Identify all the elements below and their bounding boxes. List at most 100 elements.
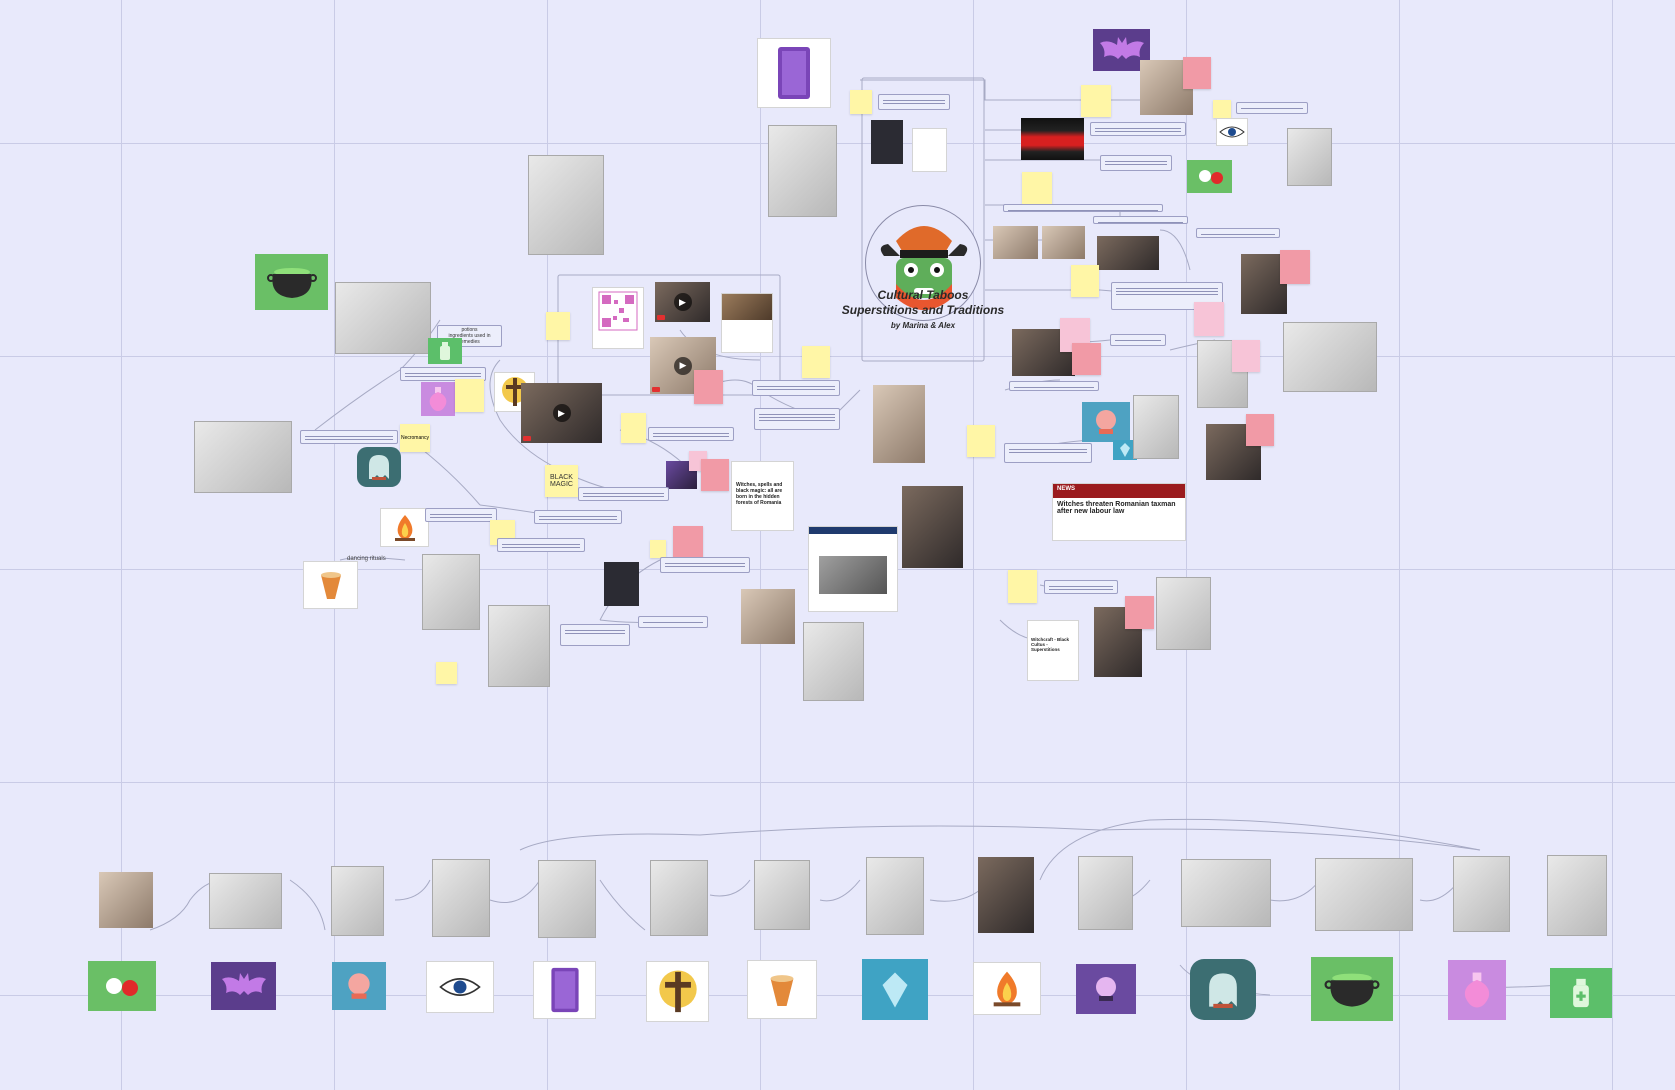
sketch-book[interactable] xyxy=(768,125,837,217)
text-note[interactable] xyxy=(754,408,840,430)
web-article[interactable] xyxy=(808,526,898,612)
sticky-note-lightpink[interactable] xyxy=(1194,302,1224,336)
icon-tile-fire[interactable] xyxy=(973,962,1041,1015)
sketch-candles[interactable] xyxy=(422,554,480,630)
sticky-note-pink[interactable] xyxy=(1280,250,1310,284)
sticky-note[interactable] xyxy=(1008,570,1037,603)
icon-tile-crystal[interactable] xyxy=(862,959,928,1020)
play-icon[interactable]: ▶ xyxy=(673,293,692,311)
sketch-bed[interactable] xyxy=(1283,322,1377,392)
text-note[interactable] xyxy=(578,487,669,501)
photo-dolls[interactable] xyxy=(741,589,795,644)
sticky-note[interactable] xyxy=(850,90,872,114)
sketch-book-open[interactable] xyxy=(1133,395,1179,459)
photo-voodoo-doll[interactable] xyxy=(902,486,963,568)
icon-tile-bottle[interactable] xyxy=(1550,968,1612,1018)
document-card[interactable]: Witchcraft - Black Cultus - Superstition… xyxy=(1027,620,1079,681)
sticky-note[interactable] xyxy=(436,662,457,684)
eye-card[interactable] xyxy=(1216,118,1248,146)
sticky-note[interactable] xyxy=(546,312,570,340)
icon-tile-book[interactable] xyxy=(533,961,596,1019)
sticky-note[interactable] xyxy=(1071,265,1099,297)
icon-tile-cross[interactable] xyxy=(646,961,709,1022)
sticky-note[interactable] xyxy=(1022,172,1052,204)
text-note[interactable] xyxy=(1236,102,1308,114)
article-card[interactable]: Witches, spells and black magic: all are… xyxy=(731,461,794,531)
potion-card[interactable] xyxy=(421,382,455,416)
thumb-figure[interactable] xyxy=(1547,855,1607,936)
icon-tile-cauldron[interactable] xyxy=(1311,957,1393,1021)
thumb-flower[interactable] xyxy=(538,860,596,938)
sticky-note-pink[interactable] xyxy=(1246,414,1274,446)
thumb-herbs[interactable] xyxy=(1181,859,1271,927)
qr-code-card[interactable] xyxy=(592,287,644,349)
thumb-witch[interactable] xyxy=(331,866,384,936)
text-note[interactable] xyxy=(497,538,585,552)
text-note[interactable] xyxy=(1003,204,1163,212)
icon-tile-charm[interactable] xyxy=(88,961,156,1011)
thumb-book-open[interactable] xyxy=(432,859,490,937)
document-thumb[interactable] xyxy=(912,128,947,172)
black-magic-sticky[interactable]: BLACK MAGIC xyxy=(545,465,578,497)
sticky-note-pink[interactable] xyxy=(673,526,703,560)
thumb-voodoo[interactable] xyxy=(866,857,924,935)
thumb-skull[interactable] xyxy=(754,860,810,930)
necromancy-sticky[interactable]: Necromancy xyxy=(400,424,430,452)
thumb-fire-figure[interactable] xyxy=(1078,856,1133,930)
photo-dark[interactable] xyxy=(871,120,903,164)
thumb-figurine[interactable] xyxy=(99,872,153,928)
sketch-figure[interactable] xyxy=(488,605,550,687)
text-note[interactable] xyxy=(425,508,497,522)
play-icon[interactable]: ▶ xyxy=(674,356,692,375)
sketch-flower[interactable] xyxy=(1287,128,1332,186)
text-note[interactable] xyxy=(660,557,750,573)
cherub-card[interactable] xyxy=(1187,160,1232,193)
thumb-candles[interactable] xyxy=(1453,856,1510,932)
sticky-note-pink[interactable] xyxy=(1125,596,1154,629)
icon-tile-ghost[interactable] xyxy=(1190,959,1256,1020)
icon-tile-bat[interactable] xyxy=(211,962,276,1010)
whiteboard-canvas[interactable]: Cultural Taboos Superstitions and Tradit… xyxy=(0,0,1675,1090)
text-note[interactable] xyxy=(560,624,630,646)
text-note[interactable] xyxy=(534,510,622,524)
icon-tile-eye[interactable] xyxy=(426,961,494,1013)
thumb-bed[interactable] xyxy=(209,873,282,929)
text-note[interactable] xyxy=(638,616,708,628)
sticky-note[interactable] xyxy=(650,540,666,558)
text-note[interactable] xyxy=(1090,122,1186,136)
text-note[interactable] xyxy=(1110,334,1166,346)
text-note[interactable] xyxy=(1100,155,1172,171)
bottle-card[interactable] xyxy=(428,338,462,364)
crystal-ball-card[interactable] xyxy=(1082,402,1130,442)
sketch-forest[interactable] xyxy=(194,421,292,493)
play-icon[interactable]: ▶ xyxy=(552,404,571,422)
photo-skeletons[interactable] xyxy=(604,562,639,606)
thumb-voodoo-doll[interactable] xyxy=(978,857,1034,933)
sticky-note[interactable] xyxy=(621,413,646,443)
article-thumb[interactable] xyxy=(721,293,773,353)
sticky-note[interactable] xyxy=(1081,85,1111,117)
icon-tile-crystal-ball[interactable] xyxy=(332,962,386,1010)
text-note[interactable] xyxy=(1196,228,1280,238)
drum-card[interactable] xyxy=(303,561,358,609)
sticky-note-pink[interactable] xyxy=(701,459,729,491)
sticky-note[interactable] xyxy=(967,425,995,457)
sticky-note-pink[interactable] xyxy=(1183,57,1211,89)
ghost-card[interactable] xyxy=(357,447,401,487)
sketch-voodoo[interactable] xyxy=(803,622,864,701)
photo-ritual[interactable] xyxy=(1097,236,1159,270)
sticky-note-lightpink[interactable] xyxy=(1232,340,1260,372)
text-note[interactable] xyxy=(648,427,734,441)
sticky-note-pink[interactable] xyxy=(694,370,723,404)
text-note[interactable] xyxy=(752,380,840,396)
photo-red-rope[interactable] xyxy=(1021,118,1084,160)
video-thumb[interactable]: ▶ xyxy=(655,282,710,322)
photo-festival[interactable] xyxy=(993,226,1038,259)
text-note[interactable] xyxy=(1004,443,1092,463)
news-card[interactable]: NEWS Witches threaten Romanian taxman af… xyxy=(1052,483,1186,541)
sticky-note[interactable] xyxy=(455,379,484,412)
text-note[interactable] xyxy=(1093,216,1188,224)
sticky-note[interactable] xyxy=(1213,100,1231,118)
sticky-note[interactable] xyxy=(802,346,830,378)
icon-tile-drum[interactable] xyxy=(747,960,817,1019)
